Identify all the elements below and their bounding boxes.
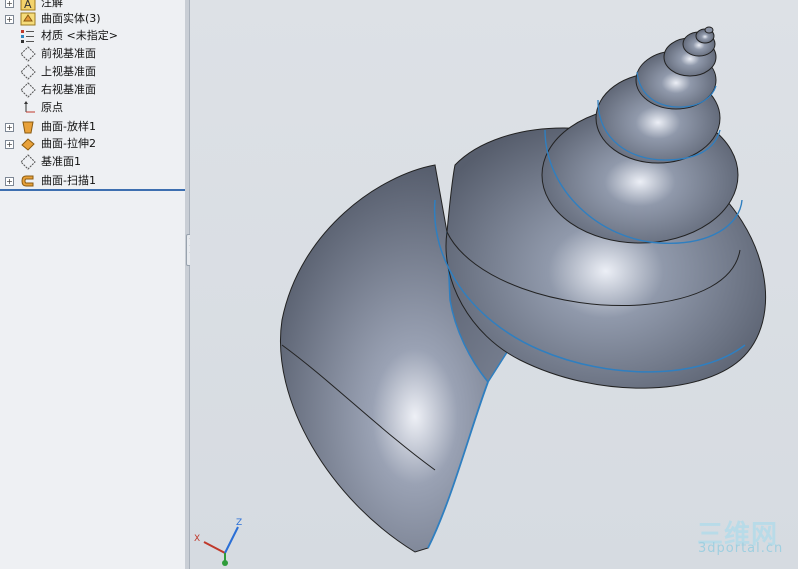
watermark-url: 3dportal.cn <box>698 541 784 556</box>
expand-icon[interactable]: + <box>5 123 14 132</box>
plane-icon <box>20 64 36 80</box>
origin-icon <box>24 101 35 113</box>
expand-icon[interactable]: + <box>5 177 14 186</box>
x-axis-arrow <box>203 541 226 554</box>
tree-item-label: 曲面-放样1 <box>41 120 96 133</box>
tree-item-plane1[interactable]: 基准面1 <box>0 153 185 171</box>
shell-model[interactable] <box>190 0 798 569</box>
expand-icon[interactable]: + <box>5 15 14 24</box>
tree-item-label: 曲面-扫描1 <box>41 174 96 187</box>
tree-item-label: 上视基准面 <box>41 65 96 78</box>
plane-icon <box>20 154 36 170</box>
tree-item-surface-extrude2[interactable]: + 曲面-拉伸2 <box>0 135 185 153</box>
tree-item-label: 曲面-拉伸2 <box>41 137 96 150</box>
spire-apex <box>704 26 714 34</box>
tree-item-label: 材质 <未指定> <box>41 29 118 42</box>
tree-item-label: 基准面1 <box>41 155 81 168</box>
tree-item-surface-bodies[interactable]: + 曲面实体(3) <box>0 10 185 28</box>
tree-item-surface-sweep1[interactable]: + 曲面-扫描1 <box>0 172 185 190</box>
surface-loft-icon <box>22 121 34 134</box>
tree-item-material[interactable]: 材质 <未指定> <box>0 27 185 45</box>
expand-icon[interactable]: + <box>5 140 14 149</box>
tree-item-origin[interactable]: 原点 <box>0 99 185 117</box>
material-icon <box>21 30 34 43</box>
tree-item-label: 右视基准面 <box>41 83 96 96</box>
surface-extrude-icon <box>21 138 35 151</box>
rollback-bar[interactable] <box>0 189 185 191</box>
x-axis-label: X <box>194 534 200 544</box>
tree-item-front-plane[interactable]: 前视基准面 <box>0 45 185 63</box>
plane-icon <box>20 82 36 98</box>
tree-item-label: 前视基准面 <box>41 47 96 60</box>
plane-icon <box>20 46 36 62</box>
z-axis-arrow <box>224 526 239 554</box>
surface-sweep-icon <box>21 175 34 187</box>
feature-manager-tree: + A 注解 + 曲面实体(3) 材质 <未指定> 前视基准面 上视基准面 右视… <box>0 0 186 569</box>
tree-item-label: 原点 <box>41 101 63 114</box>
expand-icon[interactable]: + <box>5 0 14 8</box>
tree-item-right-plane[interactable]: 右视基准面 <box>0 81 185 99</box>
graphics-viewport[interactable] <box>190 0 798 569</box>
z-axis-label: Z <box>236 518 242 528</box>
tree-item-surface-loft1[interactable]: + 曲面-放样1 <box>0 118 185 136</box>
surface-bodies-icon <box>20 12 36 26</box>
tree-item-label: 曲面实体(3) <box>41 12 101 25</box>
reference-triad: X Z <box>194 518 242 566</box>
tree-item-top-plane[interactable]: 上视基准面 <box>0 63 185 81</box>
